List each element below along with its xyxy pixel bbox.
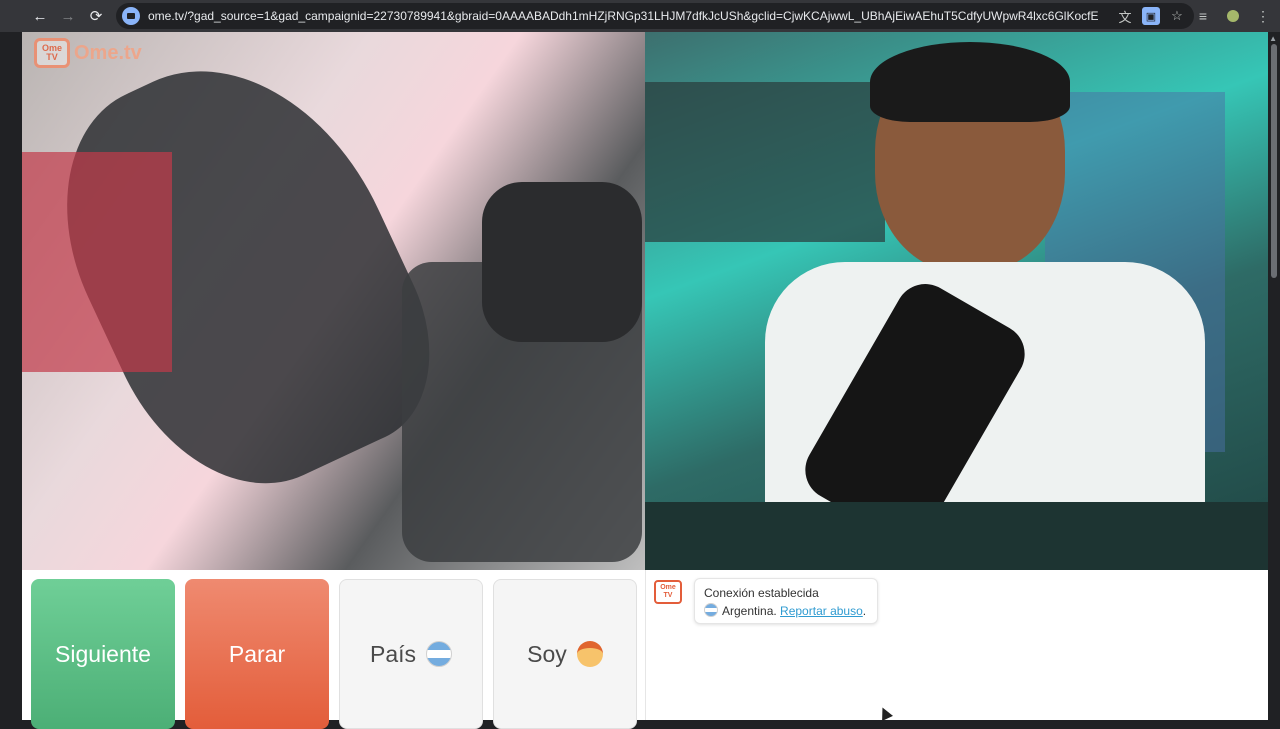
next-button[interactable]: Siguiente	[31, 579, 175, 729]
video-shape	[645, 502, 1268, 570]
argentina-flag-icon	[426, 641, 453, 667]
boy-emoji-icon	[576, 641, 603, 667]
next-button-label: Siguiente	[55, 640, 151, 667]
stranger-video: Ome TV Ome.tv	[22, 32, 645, 570]
system-message: Conexión establecida Argentina. Reportar…	[694, 578, 878, 624]
browser-toolbar: ← → ⟳ ome.tv/?gad_source=1&gad_campaigni…	[0, 0, 1280, 32]
page-area: Ome TV Ome.tv Siguiente Parar País Soy O…	[0, 32, 1280, 729]
logo-text: Ome.tv	[74, 41, 142, 64]
stop-button[interactable]: Parar	[185, 579, 329, 729]
menu-icon[interactable]: ⋮	[1252, 5, 1274, 27]
chat-panel: Ome TV Conexión establecida Argentina. R…	[645, 570, 1258, 721]
url-text[interactable]: ome.tv/?gad_source=1&gad_campaignid=2273…	[148, 9, 1098, 23]
connection-status: Conexión establecida	[704, 586, 819, 600]
bookmark-star-icon[interactable]: ☆	[1168, 7, 1186, 25]
scroll-up-icon[interactable]: ▲	[1269, 34, 1277, 43]
video-shape	[645, 82, 885, 242]
address-bar[interactable]: ome.tv/?gad_source=1&gad_campaignid=2273…	[116, 3, 1194, 29]
self-video	[645, 32, 1268, 570]
reload-icon[interactable]: ⟳	[82, 2, 110, 30]
translate-icon[interactable]: 文	[1116, 7, 1134, 25]
report-abuse-link[interactable]: Reportar abuso	[780, 604, 863, 618]
page-scrollbar[interactable]: ▲	[1268, 32, 1280, 720]
mouse-cursor-icon	[877, 705, 893, 721]
gender-button[interactable]: Soy	[493, 579, 637, 729]
argentina-flag-icon	[704, 603, 718, 617]
video-shape	[870, 42, 1070, 122]
extension-icon[interactable]	[1222, 5, 1244, 27]
scroll-thumb[interactable]	[1271, 44, 1277, 278]
stop-button-label: Parar	[228, 640, 286, 667]
ometv-app: Ome TV Ome.tv Siguiente Parar País Soy O…	[22, 32, 1268, 729]
reading-list-icon[interactable]: ≡	[1192, 5, 1214, 27]
gender-button-label: Soy	[527, 640, 567, 667]
trailing-period: .	[862, 604, 867, 618]
partner-location: Argentina. Reportar abuso.	[704, 602, 868, 620]
video-shape	[482, 182, 642, 342]
country-button[interactable]: País	[339, 579, 483, 729]
ometv-logo: Ome TV Ome.tv	[34, 38, 142, 68]
cast-icon[interactable]: ▣	[1142, 7, 1160, 25]
video-shape	[22, 152, 172, 372]
back-icon[interactable]: ←	[26, 2, 54, 30]
country-button-label: País	[369, 640, 417, 667]
site-info-icon[interactable]	[122, 7, 140, 25]
partner-country: Argentina.	[722, 604, 777, 618]
tv-logo-icon: Ome TV	[34, 38, 70, 68]
forward-icon[interactable]: →	[54, 2, 82, 30]
tv-logo-icon: Ome TV	[654, 580, 682, 604]
